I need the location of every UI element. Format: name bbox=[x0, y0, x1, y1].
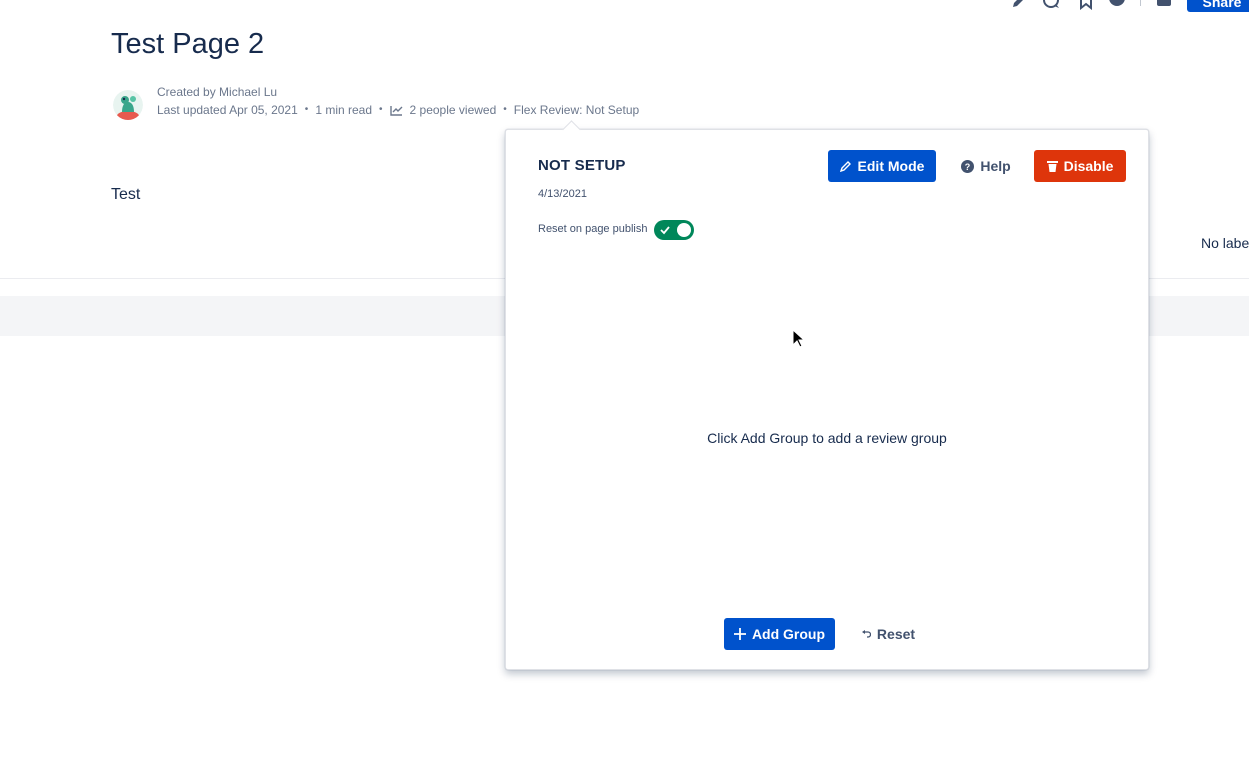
question-icon: ? bbox=[961, 159, 975, 173]
last-updated[interactable]: Last updated Apr 05, 2021 bbox=[157, 103, 298, 117]
edit-icon[interactable] bbox=[1009, 0, 1029, 12]
help-label: Help bbox=[980, 158, 1011, 174]
reset-button[interactable]: Reset bbox=[854, 618, 922, 650]
avatar[interactable] bbox=[113, 90, 143, 120]
help-button[interactable]: ? Help bbox=[956, 150, 1016, 182]
pencil-icon bbox=[839, 161, 851, 172]
watch-icon[interactable] bbox=[1107, 0, 1127, 8]
comment-icon[interactable] bbox=[1041, 0, 1061, 10]
disable-button[interactable]: Disable bbox=[1034, 150, 1126, 182]
archive-icon[interactable] bbox=[1154, 0, 1174, 8]
toolbar-separator bbox=[1140, 0, 1141, 6]
disable-label: Disable bbox=[1063, 158, 1114, 174]
add-group-button[interactable]: Add Group bbox=[724, 618, 835, 650]
labels-text: No labe bbox=[1201, 235, 1249, 251]
review-status-date: 4/13/2021 bbox=[538, 188, 587, 200]
meta-separator: • bbox=[379, 104, 383, 115]
review-status-title: NOT SETUP bbox=[538, 157, 626, 174]
toggle-knob bbox=[677, 223, 691, 237]
reset-label: Reset bbox=[876, 626, 916, 642]
trash-icon bbox=[1046, 161, 1058, 172]
meta-separator: • bbox=[503, 104, 507, 115]
star-icon[interactable] bbox=[1076, 0, 1096, 10]
analytics-icon bbox=[389, 105, 403, 116]
mouse-cursor-icon bbox=[792, 329, 806, 348]
edit-mode-button[interactable]: Edit Mode bbox=[828, 150, 936, 182]
meta-separator: • bbox=[304, 104, 309, 115]
empty-groups-message: Click Add Group to add a review group bbox=[707, 430, 947, 446]
created-by[interactable]: Created by Michael Lu bbox=[157, 85, 277, 99]
undo-icon bbox=[861, 629, 871, 638]
read-time: 1 min read bbox=[315, 103, 373, 117]
flex-review-popup: NOT SETUP 4/13/2021 Reset on page publis… bbox=[505, 129, 1149, 670]
check-icon bbox=[660, 226, 670, 235]
share-button[interactable]: Share bbox=[1187, 0, 1249, 12]
svg-text:?: ? bbox=[965, 162, 971, 172]
page-meta: Last updated Apr 05, 2021 • 1 min read •… bbox=[157, 103, 639, 117]
views-count[interactable]: 2 people viewed bbox=[410, 103, 497, 117]
edit-mode-label: Edit Mode bbox=[857, 158, 925, 174]
plus-icon bbox=[733, 628, 746, 640]
reset-on-publish-label: Reset on page publish bbox=[538, 223, 648, 235]
add-group-label: Add Group bbox=[751, 626, 826, 642]
reset-on-publish-toggle[interactable] bbox=[654, 220, 694, 240]
page-title: Test Page 2 bbox=[111, 28, 265, 60]
flex-review-status[interactable]: Flex Review: Not Setup bbox=[514, 103, 639, 117]
page-body-text: Test bbox=[111, 186, 141, 203]
